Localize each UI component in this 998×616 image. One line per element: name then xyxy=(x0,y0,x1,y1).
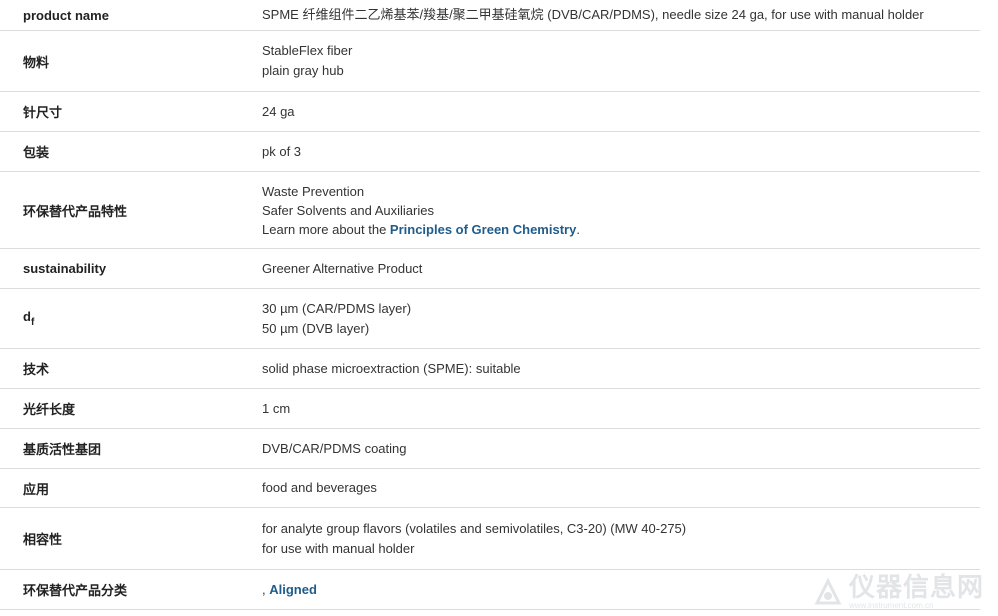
row-sustainability: sustainability Greener Alternative Produ… xyxy=(0,249,980,289)
row-label: 应用 xyxy=(23,481,50,497)
row-label: 包装 xyxy=(23,145,50,160)
row-value: 24 ga xyxy=(262,102,980,122)
row-value: StableFlex fiber plain gray hub xyxy=(262,41,980,81)
row-label: 基质活性基团 xyxy=(23,442,102,457)
period-text: . xyxy=(576,221,580,237)
row-label: 环保替代产品特性 xyxy=(23,203,128,219)
row-application: 应用 food and beverages xyxy=(0,469,980,508)
row-package: 包装 pk of 3 xyxy=(0,132,980,172)
value-line: Greener Alternative Product xyxy=(262,260,423,276)
watermark: 仪器信息网 www.instrument.com.cn xyxy=(811,573,984,610)
row-label: 环保替代产品分类 xyxy=(23,583,128,598)
row-value: for analyte group flavors (volatiles and… xyxy=(262,519,980,559)
value-line: Waste Prevention xyxy=(262,183,365,199)
row-film-thickness: df 30 µm (CAR/PDMS layer) 50 µm (DVB lay… xyxy=(0,289,980,349)
instrument-logo-icon xyxy=(814,577,842,604)
value-line: SPME 纤维组件二乙烯基苯/羧基/聚二甲基硅氧烷 (DVB/CAR/PDMS)… xyxy=(262,7,924,22)
row-material: 物料 StableFlex fiber plain gray hub xyxy=(0,31,980,92)
aligned-link[interactable]: Aligned xyxy=(269,582,317,597)
value-line: for analyte group flavors (volatiles and… xyxy=(262,520,687,536)
value-line: Learn more about the Principles of Green… xyxy=(262,220,980,239)
value-line: 1 cm xyxy=(262,400,291,416)
row-label: 针尺寸 xyxy=(23,105,63,120)
row-label: sustainability xyxy=(23,261,107,276)
value-line: food and beverages xyxy=(262,480,377,495)
spec-table: product name SPME 纤维组件二乙烯基苯/羧基/聚二甲基硅氧烷 (… xyxy=(0,0,980,610)
row-product-name: product name SPME 纤维组件二乙烯基苯/羧基/聚二甲基硅氧烷 (… xyxy=(0,0,980,31)
value-line: solid phase microextraction (SPME): suit… xyxy=(262,360,521,376)
row-value: pk of 3 xyxy=(262,142,980,162)
row-label: 光纤长度 xyxy=(23,402,76,417)
row-value: Waste Prevention Safer Solvents and Auxi… xyxy=(262,182,980,239)
green-chemistry-link[interactable]: Principles of Green Chemistry xyxy=(390,222,576,237)
value-line: DVB/CAR/PDMS coating xyxy=(262,440,407,456)
row-technique: 技术 solid phase microextraction (SPME): s… xyxy=(0,349,980,389)
label-main: d xyxy=(23,309,31,324)
watermark-text: 仪器信息网 xyxy=(848,572,984,602)
watermark-url: www.instrument.com.cn xyxy=(848,601,934,610)
row-matrix-active-group: 基质活性基团 DVB/CAR/PDMS coating xyxy=(0,429,980,469)
row-value: SPME 纤维组件二乙烯基苯/羧基/聚二甲基硅氧烷 (DVB/CAR/PDMS)… xyxy=(262,5,980,25)
row-label: 物料 xyxy=(23,54,50,70)
value-line: 30 µm (CAR/PDMS layer) xyxy=(262,300,412,316)
row-label: 技术 xyxy=(23,362,50,377)
row-value: Greener Alternative Product xyxy=(262,259,980,279)
value-line: pk of 3 xyxy=(262,143,302,159)
value-line: plain gray hub xyxy=(262,63,344,78)
row-label: 相容性 xyxy=(23,532,63,547)
row-green-features: 环保替代产品特性 Waste Prevention Safer Solvents… xyxy=(0,172,980,249)
learn-more-text: Learn more about the xyxy=(262,221,390,237)
row-value: solid phase microextraction (SPME): suit… xyxy=(262,359,980,379)
row-label: product name xyxy=(23,7,109,23)
row-label: df xyxy=(0,309,262,328)
row-fiber-length: 光纤长度 1 cm xyxy=(0,389,980,429)
row-value: 30 µm (CAR/PDMS layer) 50 µm (DVB layer) xyxy=(262,299,980,339)
value-line: Safer Solvents and Auxiliaries xyxy=(262,202,434,218)
row-value: food and beverages xyxy=(262,478,980,498)
value-line: StableFlex fiber xyxy=(262,43,353,58)
row-needle-size: 针尺寸 24 ga xyxy=(0,92,980,132)
label-subscript: f xyxy=(30,317,35,328)
value-line: for use with manual holder xyxy=(262,540,415,556)
value-line: 50 µm (DVB layer) xyxy=(262,320,370,336)
row-value: DVB/CAR/PDMS coating xyxy=(262,439,980,459)
row-compatibility: 相容性 for analyte group flavors (volatiles… xyxy=(0,508,980,570)
row-value: 1 cm xyxy=(262,399,980,419)
value-line: 24 ga xyxy=(262,103,295,119)
